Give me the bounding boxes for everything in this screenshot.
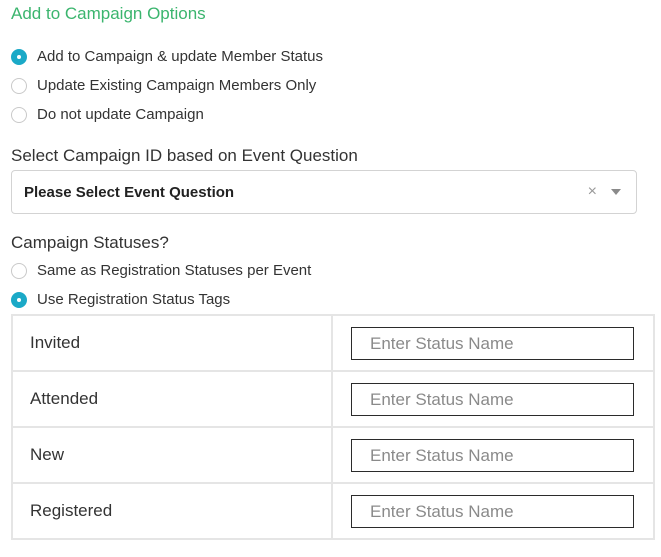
status-name: Invited bbox=[11, 314, 333, 372]
clear-icon[interactable]: × bbox=[588, 183, 597, 201]
radio-label: Use Registration Status Tags bbox=[37, 291, 231, 308]
radio-button-checked[interactable] bbox=[11, 48, 27, 65]
radio-button[interactable] bbox=[11, 262, 27, 279]
radio-button[interactable] bbox=[11, 77, 27, 94]
status-name: New bbox=[11, 426, 333, 484]
status-name-input[interactable] bbox=[351, 327, 634, 360]
radio-button[interactable] bbox=[11, 106, 27, 123]
status-name-input[interactable] bbox=[351, 439, 634, 472]
radio-label: Same as Registration Statuses per Event bbox=[37, 262, 312, 279]
radio-add-update-status[interactable]: Add to Campaign & update Member Status bbox=[11, 48, 323, 65]
radio-do-not-update[interactable]: Do not update Campaign bbox=[11, 106, 204, 123]
table-row: Attended bbox=[11, 370, 655, 428]
radio-same-as-registration[interactable]: Same as Registration Statuses per Event bbox=[11, 262, 311, 279]
radio-use-status-tags[interactable]: Use Registration Status Tags bbox=[11, 291, 230, 308]
radio-button-checked[interactable] bbox=[11, 291, 27, 308]
campaign-statuses-label: Campaign Statuses? bbox=[11, 233, 169, 252]
campaign-id-label: Select Campaign ID based on Event Questi… bbox=[11, 146, 358, 165]
chevron-down-icon[interactable] bbox=[611, 189, 621, 195]
radio-update-existing-only[interactable]: Update Existing Campaign Members Only bbox=[11, 77, 316, 94]
radio-label: Do not update Campaign bbox=[37, 106, 204, 123]
table-row: Invited bbox=[11, 314, 655, 372]
radio-label: Add to Campaign & update Member Status bbox=[37, 48, 323, 65]
status-name: Attended bbox=[11, 370, 333, 428]
event-question-select[interactable]: Please Select Event Question × bbox=[11, 170, 637, 214]
select-value: Please Select Event Question bbox=[24, 183, 235, 201]
status-name-input[interactable] bbox=[351, 495, 634, 528]
table-row: Registered bbox=[11, 482, 655, 540]
status-name: Registered bbox=[11, 482, 333, 540]
section-title: Add to Campaign Options bbox=[11, 4, 206, 23]
status-tags-table: Invited Attended New Registered bbox=[11, 314, 655, 540]
status-name-input[interactable] bbox=[351, 383, 634, 416]
radio-label: Update Existing Campaign Members Only bbox=[37, 77, 317, 94]
table-row: New bbox=[11, 426, 655, 484]
